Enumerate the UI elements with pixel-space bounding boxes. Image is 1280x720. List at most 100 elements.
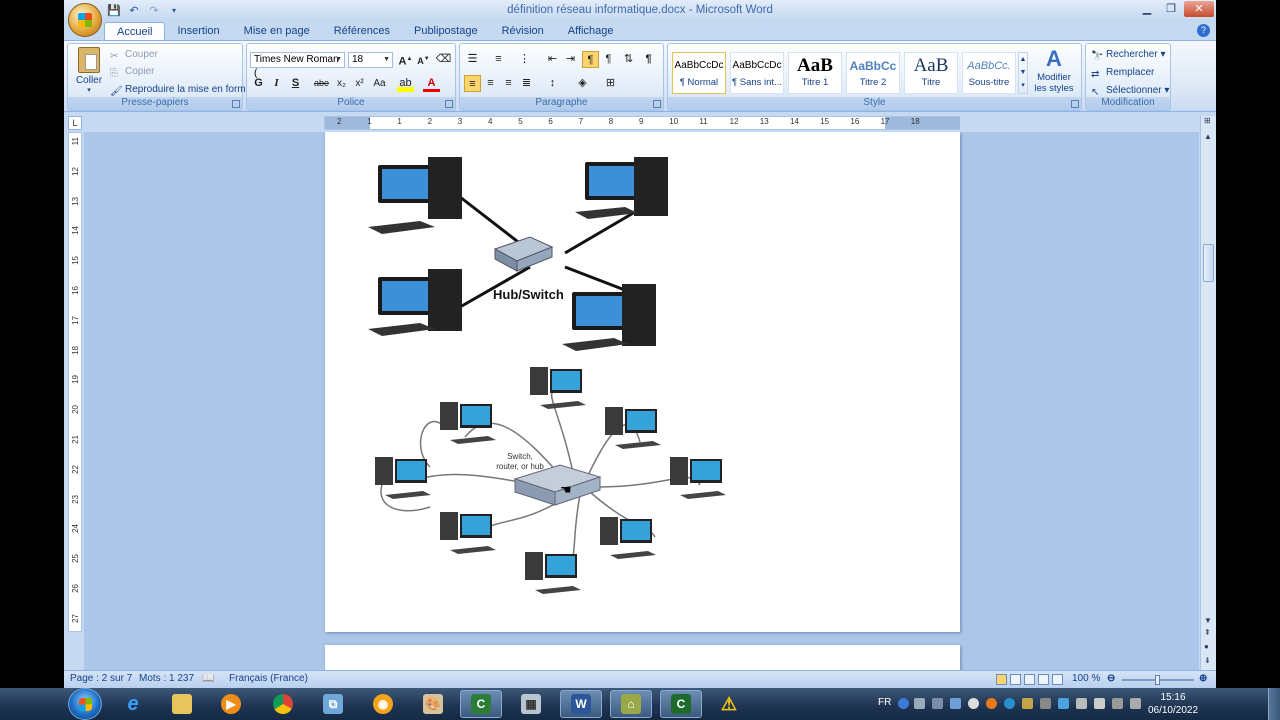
- input-language[interactable]: FR: [878, 697, 891, 708]
- ruler-toggle-icon[interactable]: ⊞: [1204, 116, 1211, 125]
- restore-button[interactable]: ❐: [1160, 1, 1182, 17]
- styles-launcher-icon[interactable]: [1071, 100, 1079, 108]
- close-button[interactable]: ✕: [1184, 1, 1214, 17]
- bullets-icon[interactable]: ☰: [464, 51, 481, 68]
- style-title[interactable]: AaB Titre: [904, 52, 958, 94]
- tab-affichage[interactable]: Affichage: [556, 22, 626, 41]
- font-name-combo[interactable]: Times New Roman (▼: [250, 52, 345, 79]
- scrollbar-thumb[interactable]: [1203, 244, 1214, 282]
- align-center-icon[interactable]: ≡: [482, 75, 499, 92]
- clipboard-launcher-icon[interactable]: [232, 100, 240, 108]
- tab-accueil[interactable]: Accueil: [104, 22, 166, 41]
- align-right-icon[interactable]: ≡: [500, 75, 517, 92]
- line-spacing-icon[interactable]: ↕: [544, 75, 561, 92]
- help-tray-icon[interactable]: [898, 698, 909, 709]
- minimize-button[interactable]: ▁: [1136, 1, 1158, 17]
- calculator-taskbar-icon[interactable]: ▦: [510, 690, 552, 718]
- show-desktop-button[interactable]: [1268, 688, 1280, 720]
- style-no-spacing[interactable]: AaBbCcDc ¶ Sans int...: [730, 52, 784, 94]
- warning-taskbar-icon[interactable]: ⚠: [708, 690, 750, 718]
- tray-icon-3[interactable]: [932, 698, 943, 709]
- tray-icon-5[interactable]: [968, 698, 979, 709]
- tray-icon-10[interactable]: [1058, 698, 1069, 709]
- highlight-icon[interactable]: ab: [397, 75, 414, 92]
- next-page-icon[interactable]: ⇟: [1204, 656, 1211, 665]
- style-heading-2[interactable]: AaBbCc Titre 2: [846, 52, 900, 94]
- scroll-down-icon[interactable]: ▼: [1204, 616, 1212, 625]
- tray-icon-2[interactable]: [914, 698, 925, 709]
- language-status[interactable]: Français (France): [229, 673, 308, 684]
- tab-mise-en-page[interactable]: Mise en page: [232, 22, 322, 41]
- scroll-up-icon[interactable]: ▲: [1204, 132, 1212, 141]
- style-subtitle[interactable]: AaBbCc. Sous-titre: [962, 52, 1016, 94]
- clear-format-icon[interactable]: ⌫: [435, 51, 452, 68]
- vertical-scrollbar[interactable]: ⊞ ▲ ▼ ⇞ ● ⇟: [1200, 116, 1216, 670]
- view-web-layout-icon[interactable]: [1024, 674, 1035, 685]
- media-player-taskbar-icon[interactable]: ▶: [210, 690, 252, 718]
- rtl-icon[interactable]: ¶: [582, 51, 599, 68]
- tab-publipostage[interactable]: Publipostage: [402, 22, 490, 41]
- sort-icon[interactable]: ⇅: [620, 51, 637, 68]
- camtasia-recorder-taskbar-icon[interactable]: C: [660, 690, 702, 718]
- ie-taskbar-icon[interactable]: e: [112, 690, 154, 718]
- justify-icon[interactable]: ≣: [518, 75, 535, 92]
- change-styles-button[interactable]: A Modifier les styles: [1031, 46, 1077, 96]
- bold-button[interactable]: G: [250, 75, 267, 92]
- tray-icon-9[interactable]: [1040, 698, 1051, 709]
- font-launcher-icon[interactable]: [445, 100, 453, 108]
- tab-references[interactable]: Références: [322, 22, 402, 41]
- numbering-icon[interactable]: ≡: [490, 51, 507, 68]
- font-size-combo[interactable]: 18 ▼: [348, 52, 393, 68]
- copy-button[interactable]: ⎘ Copier: [110, 66, 154, 80]
- borders-icon[interactable]: ⊞: [602, 75, 619, 92]
- vertical-ruler[interactable]: 11 12 13 14 15 16 17 18 19 20 21 22 23 24 25 26 27: [68, 132, 82, 632]
- replace-button[interactable]: ⇄ Remplacer: [1091, 67, 1154, 81]
- document-page[interactable]: Hub/Switch Switch, router, or hub ☚: [325, 132, 960, 632]
- style-normal[interactable]: AaBbCcDc ¶ Normal: [672, 52, 726, 94]
- paint-taskbar-icon[interactable]: 🎨: [412, 690, 454, 718]
- spellcheck-icon[interactable]: 📖: [202, 673, 214, 684]
- tray-icon-8[interactable]: [1022, 698, 1033, 709]
- explorer-taskbar-icon[interactable]: [161, 690, 203, 718]
- zoom-out-icon[interactable]: ⊖: [1107, 673, 1115, 684]
- view-print-layout-icon[interactable]: [996, 674, 1007, 685]
- prev-page-icon[interactable]: ⇞: [1204, 628, 1211, 637]
- cut-button[interactable]: ✂ Couper: [110, 49, 158, 63]
- word-count[interactable]: Mots : 1 237: [139, 673, 194, 684]
- view-draft-icon[interactable]: [1052, 674, 1063, 685]
- change-case-button[interactable]: Aa: [371, 75, 388, 92]
- paragraph-launcher-icon[interactable]: [653, 100, 661, 108]
- network-icon[interactable]: [1112, 698, 1123, 709]
- decrease-indent-icon[interactable]: ⇤: [544, 51, 561, 68]
- increase-indent-icon[interactable]: ⇥: [562, 51, 579, 68]
- style-heading-1[interactable]: AaB Titre 1: [788, 52, 842, 94]
- shrink-font-icon[interactable]: A▼: [415, 51, 432, 68]
- view-full-screen-icon[interactable]: [1010, 674, 1021, 685]
- office-button[interactable]: [68, 3, 102, 37]
- help-icon[interactable]: ?: [1197, 24, 1210, 37]
- superscript-button[interactable]: x²: [351, 75, 368, 92]
- find-button[interactable]: 🔭 Rechercher ▾: [1091, 49, 1166, 63]
- horizontal-ruler[interactable]: 2 1 1 2 3 4 5 6 7 8 9 10 11 12 13 14 15 16 17 18: [324, 116, 960, 130]
- speaker-icon[interactable]: [1094, 698, 1105, 709]
- paste-button[interactable]: Coller ▾: [72, 47, 106, 94]
- zoom-slider[interactable]: [1122, 675, 1194, 685]
- subscript-button[interactable]: x₂: [333, 75, 350, 92]
- document-page-next[interactable]: [325, 645, 960, 670]
- shading-icon[interactable]: ◈: [574, 75, 591, 92]
- styles-scroll[interactable]: ▲ ▼ ▾: [1018, 52, 1028, 94]
- align-left-icon[interactable]: ≡: [464, 75, 481, 92]
- orange-app-taskbar-icon[interactable]: ◉: [362, 690, 404, 718]
- grow-font-icon[interactable]: A▲: [397, 51, 414, 68]
- view-outline-icon[interactable]: [1038, 674, 1049, 685]
- browse-object-icon[interactable]: ●: [1204, 642, 1209, 651]
- zoom-slider-thumb[interactable]: [1155, 675, 1160, 685]
- start-button[interactable]: [68, 688, 102, 720]
- show-marks-icon[interactable]: ¶: [640, 51, 657, 68]
- font-color-icon[interactable]: A: [423, 75, 440, 92]
- chrome-taskbar-icon[interactable]: [262, 690, 304, 718]
- word-taskbar-icon[interactable]: W: [560, 690, 602, 718]
- ltr-icon[interactable]: ¶: [600, 51, 617, 68]
- tray-icon-4[interactable]: [950, 698, 961, 709]
- underline-button[interactable]: S: [287, 75, 304, 92]
